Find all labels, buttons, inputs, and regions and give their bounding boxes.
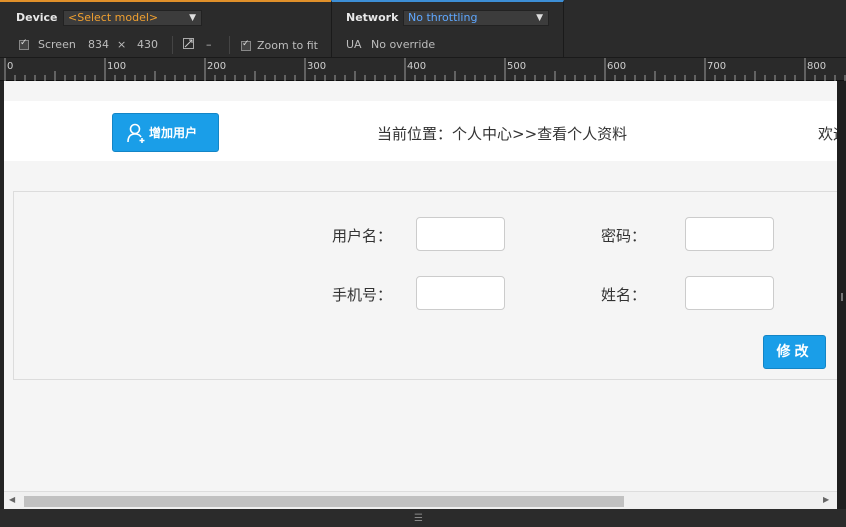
- chevron-down-icon: ▼: [536, 13, 543, 23]
- ruler-label: 700: [707, 61, 726, 72]
- toolbar-divider: [229, 36, 230, 54]
- add-user-icon: [127, 123, 145, 143]
- screen-checkbox[interactable]: [19, 38, 29, 50]
- zoom-to-fit-checkbox[interactable]: [241, 39, 251, 51]
- network-label: Network: [346, 11, 399, 24]
- ua-label: UA: [346, 38, 362, 51]
- phone-label: 手机号：: [332, 286, 393, 304]
- devtools-emulation-window: Device <Select model> ▼ Screen 834 × 430…: [0, 0, 846, 527]
- swap-dimensions-icon[interactable]: [183, 38, 194, 49]
- page-header: 增加用户 当前位置：个人中心>>查看个人资料 欢迎: [4, 101, 837, 161]
- device-panel: Device <Select model> ▼ Screen 834 × 430…: [0, 0, 331, 58]
- add-user-button[interactable]: 增加用户: [112, 113, 219, 152]
- password-input[interactable]: [685, 217, 774, 251]
- ruler-label: 200: [207, 61, 226, 72]
- ruler-label: 500: [507, 61, 526, 72]
- password-label: 密码：: [601, 227, 647, 245]
- add-user-label: 增加用户: [149, 126, 198, 140]
- device-label: Device: [16, 11, 58, 24]
- scroll-right-icon[interactable]: ▶: [823, 495, 829, 504]
- zoom-to-fit-label: Zoom to fit: [257, 39, 318, 52]
- ua-override-input[interactable]: No override: [371, 38, 435, 51]
- ruler-label: 400: [407, 61, 426, 72]
- scrollbar-thumb[interactable]: [24, 496, 624, 507]
- bottom-resize-bar: ☰: [0, 509, 846, 527]
- ruler-ticks: 0 100 200 300 400 500 600 700 800: [4, 58, 846, 81]
- scroll-left-icon[interactable]: ◀: [9, 495, 15, 504]
- device-model-value: <Select model>: [68, 11, 159, 24]
- network-panel: Network No throttling ▼ UA No override: [331, 0, 564, 58]
- emulation-toolbar: Device <Select model> ▼ Screen 834 × 430…: [0, 0, 846, 58]
- username-label: 用户名：: [332, 227, 393, 245]
- screen-label: Screen: [38, 38, 76, 51]
- profile-form: 用户名： 密码： 手机号： 姓名： 修改: [13, 191, 837, 380]
- pixel-ratio-input[interactable]: –: [206, 38, 212, 51]
- modify-button[interactable]: 修改: [763, 335, 826, 369]
- device-model-select[interactable]: <Select model> ▼: [63, 10, 202, 26]
- ruler-label: 600: [607, 61, 626, 72]
- emulated-viewport: 增加用户 当前位置：个人中心>>查看个人资料 欢迎 用户名： 密码： 手机号： …: [4, 81, 837, 511]
- throttling-value: No throttling: [408, 11, 478, 24]
- toolbar-divider: [172, 36, 173, 54]
- ruler-label: 300: [307, 61, 326, 72]
- ruler-label: 100: [107, 61, 126, 72]
- screen-times-sign: ×: [117, 38, 127, 51]
- resize-grip-icon[interactable]: [841, 293, 843, 301]
- throttling-select[interactable]: No throttling ▼: [403, 10, 549, 26]
- username-input[interactable]: [416, 217, 505, 251]
- viewport-resize-strip[interactable]: [837, 81, 846, 511]
- name-label: 姓名：: [601, 286, 647, 304]
- horizontal-ruler: 0 100 200 300 400 500 600 700 800: [0, 58, 846, 81]
- welcome-text: 欢迎: [818, 125, 837, 143]
- horizontal-scrollbar[interactable]: ◀ ▶: [4, 491, 837, 509]
- name-input[interactable]: [685, 276, 774, 310]
- phone-input[interactable]: [416, 276, 505, 310]
- resize-handle-icon[interactable]: ☰: [414, 513, 423, 524]
- ruler-label: 800: [807, 61, 826, 72]
- screen-height-input[interactable]: 430: [137, 38, 158, 51]
- breadcrumb: 当前位置：个人中心>>查看个人资料: [377, 125, 628, 143]
- screen-width-input[interactable]: 834: [88, 38, 109, 51]
- ruler-label: 0: [7, 61, 13, 72]
- chevron-down-icon: ▼: [189, 13, 196, 23]
